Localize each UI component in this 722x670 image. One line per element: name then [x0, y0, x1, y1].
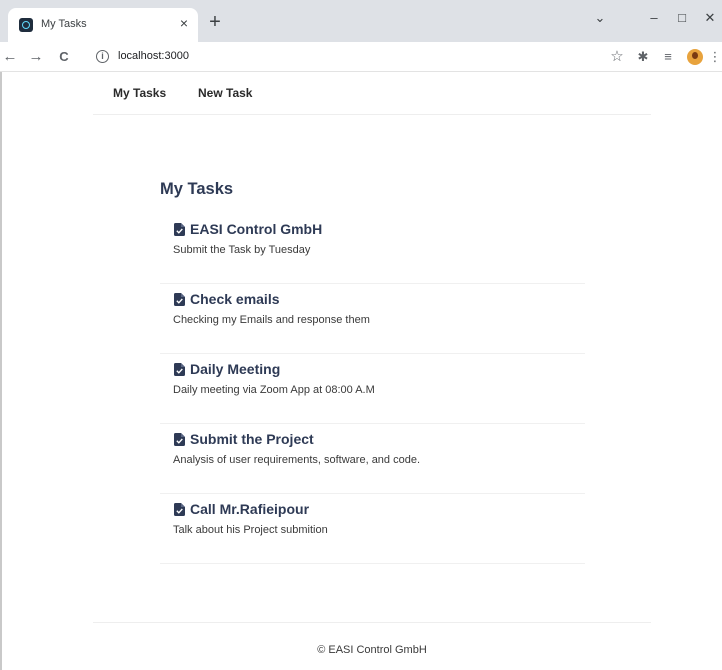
page-title: My Tasks	[160, 180, 234, 198]
page-content: My Tasks New Task My Tasks EASI Control …	[2, 72, 722, 670]
new-tab-icon[interactable]: +	[205, 12, 225, 33]
tab-search-icon[interactable]: ⌄	[590, 8, 610, 28]
page-footer: © EASI Control GmbH	[93, 622, 651, 670]
file-check-icon	[174, 502, 185, 516]
task-title-row: Call Mr.Rafieipour	[174, 499, 309, 519]
address-bar[interactable]: i localhost:3000	[88, 45, 636, 69]
close-window-icon[interactable]: ✕	[700, 8, 720, 28]
file-check-icon	[174, 362, 185, 376]
minimize-icon[interactable]: –	[644, 8, 664, 28]
task-title-row: EASI Control GmbH	[174, 219, 322, 239]
task-item[interactable]: Submit the Project Analysis of user requ…	[160, 424, 585, 494]
task-title[interactable]: Check emails	[190, 291, 280, 307]
task-title-row: Daily Meeting	[174, 359, 280, 379]
file-check-icon	[174, 222, 185, 236]
task-list: EASI Control GmbH Submit the Task by Tue…	[160, 214, 585, 564]
footer-copyright: © EASI Control GmbH	[317, 644, 427, 656]
app-navbar: My Tasks New Task	[93, 72, 651, 115]
bookmark-star-icon[interactable]: ☆	[607, 47, 627, 67]
file-check-icon	[174, 292, 185, 306]
task-item[interactable]: Call Mr.Rafieipour Talk about his Projec…	[160, 494, 585, 564]
task-description: Talk about his Project submition	[173, 524, 328, 536]
task-description: Submit the Task by Tuesday	[173, 244, 311, 256]
task-item[interactable]: Daily Meeting Daily meeting via Zoom App…	[160, 354, 585, 424]
task-item[interactable]: EASI Control GmbH Submit the Task by Tue…	[160, 214, 585, 284]
task-title-row: Submit the Project	[174, 429, 314, 449]
task-description: Checking my Emails and response them	[173, 314, 370, 326]
tab-title: My Tasks	[41, 18, 87, 30]
url-text[interactable]: localhost:3000	[118, 50, 189, 62]
browser-tabstrip: My Tasks × + ⌄ – □ ✕	[0, 0, 722, 42]
back-icon[interactable]: ←	[0, 47, 20, 67]
file-check-icon	[174, 432, 185, 446]
forward-icon[interactable]: →	[26, 47, 46, 67]
task-title-row: Check emails	[174, 289, 280, 309]
task-title[interactable]: EASI Control GmbH	[190, 221, 322, 237]
browser-tab[interactable]: My Tasks ×	[8, 8, 198, 42]
task-title[interactable]: Daily Meeting	[190, 361, 280, 377]
nav-link-new-task[interactable]: New Task	[198, 86, 252, 100]
browser-toolbar: ← → C i localhost:3000 ☆ ✱ ≡ ⋮	[0, 42, 722, 72]
profile-avatar[interactable]	[687, 49, 703, 65]
tab-close-icon[interactable]: ×	[176, 15, 192, 31]
task-description: Daily meeting via Zoom App at 08:00 A.M	[173, 384, 375, 396]
task-description: Analysis of user requirements, software,…	[173, 454, 421, 466]
maximize-icon[interactable]: □	[672, 8, 692, 28]
task-title[interactable]: Submit the Project	[190, 431, 314, 447]
react-icon	[19, 18, 33, 32]
reload-icon[interactable]: C	[54, 47, 74, 67]
reading-list-icon[interactable]: ≡	[658, 47, 678, 67]
extensions-icon[interactable]: ✱	[633, 47, 653, 67]
info-icon[interactable]: i	[96, 50, 109, 63]
task-title[interactable]: Call Mr.Rafieipour	[190, 501, 309, 517]
menu-icon[interactable]: ⋮	[708, 47, 722, 67]
task-item[interactable]: Check emails Checking my Emails and resp…	[160, 284, 585, 354]
tasks-section: My Tasks EASI Control GmbH Submit the Ta…	[160, 180, 585, 564]
nav-link-my-tasks[interactable]: My Tasks	[113, 86, 166, 100]
